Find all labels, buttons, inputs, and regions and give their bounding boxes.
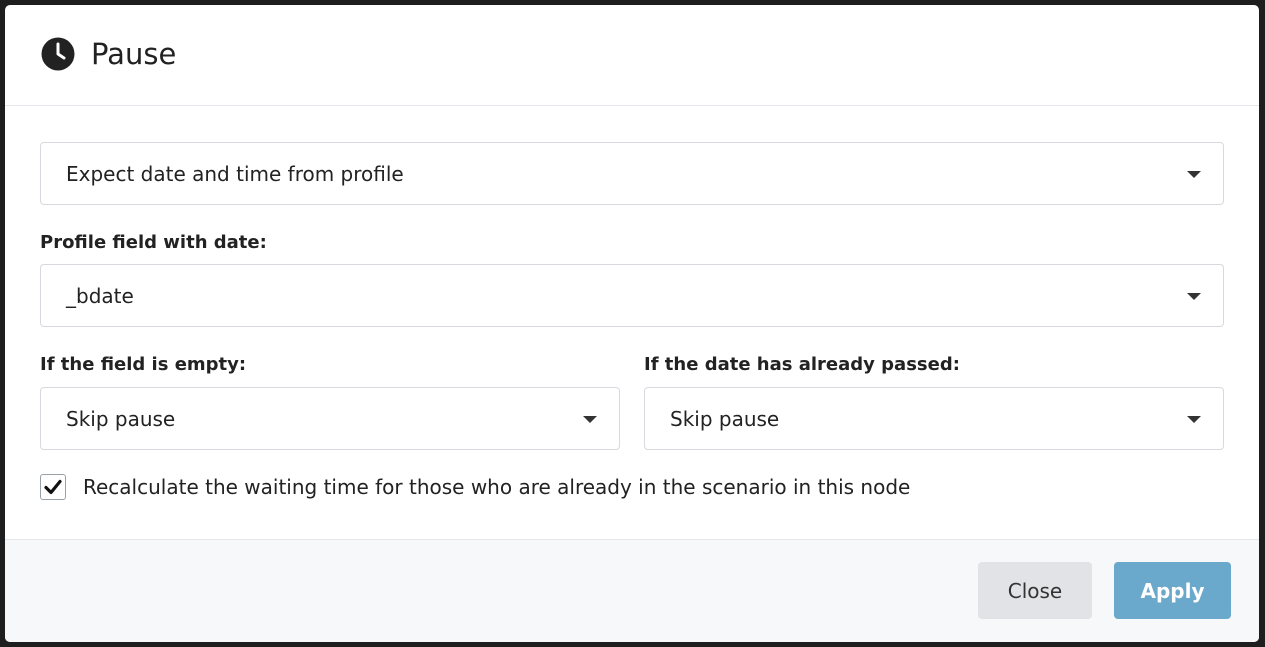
chevron-down-icon	[1187, 292, 1201, 300]
chevron-down-icon	[1187, 415, 1201, 423]
apply-button[interactable]: Apply	[1114, 562, 1231, 619]
dialog-body: Expect date and time from profile Profil…	[5, 106, 1259, 539]
dialog-title: Pause	[91, 37, 177, 71]
profile-field-select[interactable]: _bdate	[40, 264, 1224, 327]
checkmark-icon	[44, 479, 62, 495]
date-passed-select[interactable]: Skip pause	[644, 387, 1224, 450]
profile-field-label: Profile field with date:	[40, 232, 267, 253]
empty-field-label: If the field is empty:	[40, 354, 247, 375]
recalculate-checkbox[interactable]	[40, 474, 66, 500]
close-button[interactable]: Close	[978, 562, 1092, 619]
pause-dialog: Pause Expect date and time from profile …	[5, 5, 1259, 642]
recalculate-label: Recalculate the waiting time for those w…	[83, 475, 911, 499]
date-passed-value: Skip pause	[670, 406, 780, 431]
clock-icon	[41, 37, 75, 71]
empty-field-value: Skip pause	[66, 406, 176, 431]
mode-select[interactable]: Expect date and time from profile	[40, 142, 1224, 205]
chevron-down-icon	[1187, 170, 1201, 178]
dialog-footer: Close Apply	[5, 539, 1259, 642]
date-passed-label: If the date has already passed:	[644, 354, 960, 375]
recalculate-option: Recalculate the waiting time for those w…	[40, 474, 910, 500]
dialog-header: Pause	[5, 5, 1259, 106]
profile-field-value: _bdate	[66, 283, 134, 308]
mode-select-value: Expect date and time from profile	[66, 161, 404, 186]
chevron-down-icon	[583, 415, 597, 423]
empty-field-select[interactable]: Skip pause	[40, 387, 620, 450]
